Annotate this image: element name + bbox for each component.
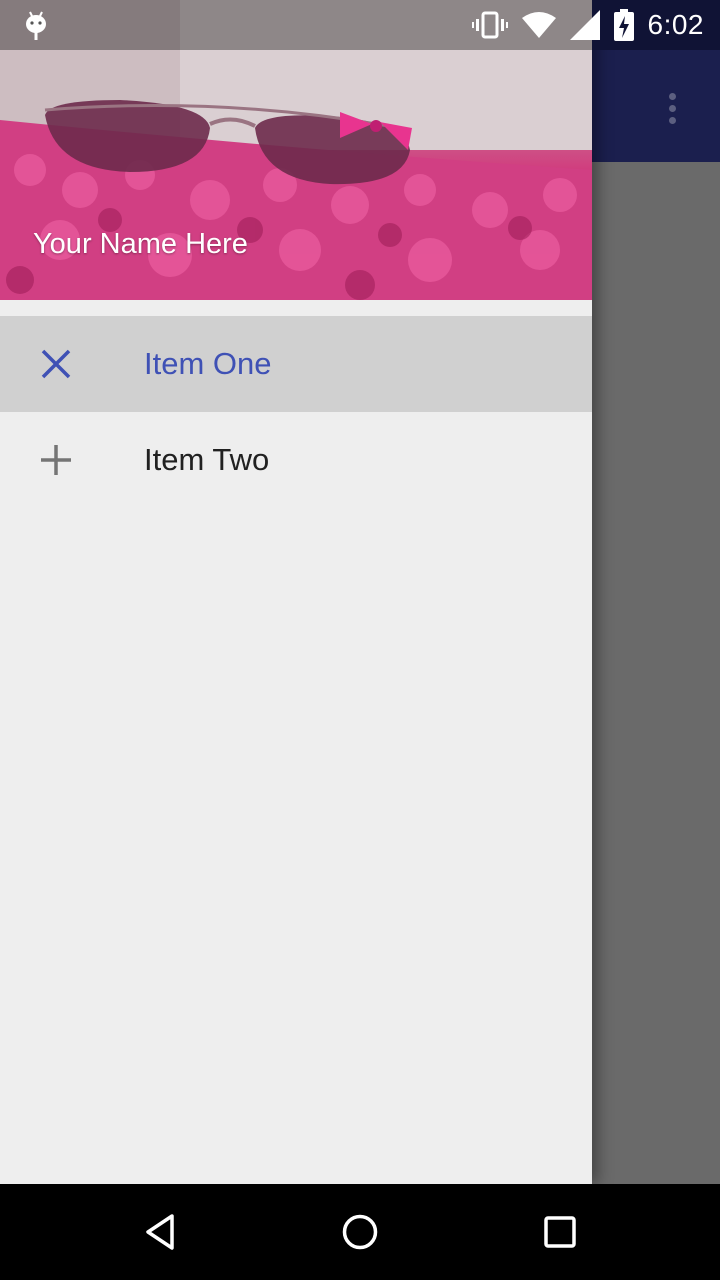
navigation-drawer: Your Name Here Item One Item Two (0, 0, 592, 1184)
more-vert-icon[interactable] (648, 84, 696, 132)
system-nav-bar (0, 1184, 720, 1280)
home-icon[interactable] (336, 1208, 384, 1256)
wifi-icon (521, 12, 556, 38)
back-icon[interactable] (136, 1208, 184, 1256)
battery-charging-icon (613, 9, 634, 41)
status-bar: 6:02 (0, 0, 720, 50)
status-time: 6:02 (647, 9, 704, 40)
cell-signal-icon (569, 10, 600, 40)
recents-icon[interactable] (536, 1208, 584, 1256)
drawer-item-two[interactable]: Item Two (0, 412, 592, 508)
drawer-menu: Item One Item Two (0, 316, 592, 508)
android-debug-icon (26, 11, 46, 40)
close-icon (41, 349, 71, 379)
vibrate-icon (471, 11, 508, 39)
plus-icon (41, 445, 71, 475)
drawer-item-label: Item One (144, 346, 272, 381)
drawer-item-label: Item Two (144, 442, 270, 477)
drawer-user-name: Your Name Here (33, 228, 248, 260)
drawer-item-one[interactable]: Item One (0, 316, 592, 412)
